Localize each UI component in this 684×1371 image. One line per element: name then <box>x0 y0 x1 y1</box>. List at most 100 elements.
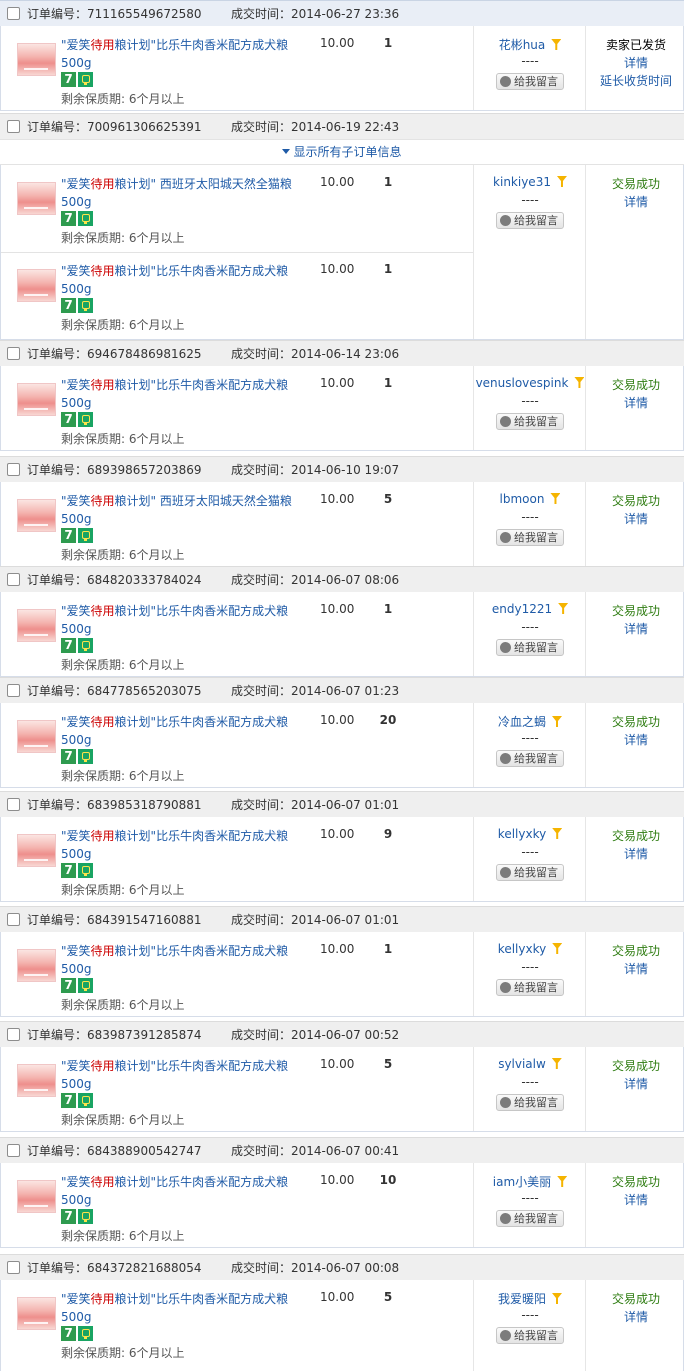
seller-flag-icon[interactable] <box>574 377 585 388</box>
seven-day-return-icon[interactable]: 7 <box>61 749 76 764</box>
product-thumbnail[interactable] <box>17 269 56 302</box>
guarantee-badge-icon[interactable] <box>78 211 93 226</box>
order-checkbox[interactable] <box>7 684 20 697</box>
product-title-link[interactable]: "爱笑待用粮计划" 西班牙太阳城天然全猫粮 500g <box>61 175 293 211</box>
product-thumbnail[interactable] <box>17 1180 56 1213</box>
leave-message-button[interactable]: 给我留言 <box>496 73 564 90</box>
seller-name[interactable]: 我爱暖阳 <box>474 1290 586 1307</box>
order-detail-link[interactable]: 详情 <box>586 1191 684 1208</box>
product-thumbnail[interactable] <box>17 834 56 867</box>
product-title-link[interactable]: "爱笑待用粮计划"比乐牛肉香米配方成犬粮 500g <box>61 942 293 978</box>
seller-flag-icon[interactable] <box>552 1293 562 1304</box>
seller-name[interactable]: kellyxky <box>474 827 586 841</box>
seller-flag-icon[interactable] <box>552 943 563 954</box>
order-detail-link[interactable]: 详情 <box>586 620 684 637</box>
product-title-link[interactable]: "爱笑待用粮计划"比乐牛肉香米配方成犬粮 500g <box>61 262 293 298</box>
leave-message-button[interactable]: 给我留言 <box>496 212 564 229</box>
order-checkbox[interactable] <box>7 463 20 476</box>
product-title-link[interactable]: "爱笑待用粮计划"比乐牛肉香米配方成犬粮 500g <box>61 1057 293 1093</box>
order-checkbox[interactable] <box>7 798 20 811</box>
guarantee-badge-icon[interactable] <box>78 863 93 878</box>
seven-day-return-icon[interactable]: 7 <box>61 1093 76 1108</box>
seller-flag-icon[interactable] <box>551 1058 562 1069</box>
guarantee-badge-icon[interactable] <box>78 298 93 313</box>
order-checkbox[interactable] <box>7 913 20 926</box>
seller-name[interactable]: kinkiye31 <box>474 175 586 189</box>
product-thumbnail[interactable] <box>17 720 56 753</box>
product-thumbnail[interactable] <box>17 499 56 532</box>
seven-day-return-icon[interactable]: 7 <box>61 72 76 87</box>
seven-day-return-icon[interactable]: 7 <box>61 1326 76 1341</box>
seven-day-return-icon[interactable]: 7 <box>61 1209 76 1224</box>
seller-flag-icon[interactable] <box>557 1176 568 1187</box>
order-checkbox[interactable] <box>7 7 20 20</box>
leave-message-button[interactable]: 给我留言 <box>496 413 564 430</box>
order-detail-link[interactable]: 详情 <box>586 1075 684 1092</box>
product-title-link[interactable]: "爱笑待用粮计划"比乐牛肉香米配方成犬粮 500g <box>61 602 293 638</box>
product-title-link[interactable]: "爱笑待用粮计划"比乐牛肉香米配方成犬粮 500g <box>61 376 293 412</box>
product-title-link[interactable]: "爱笑待用粮计划" 西班牙太阳城天然全猫粮 500g <box>61 492 293 528</box>
guarantee-badge-icon[interactable] <box>78 412 93 427</box>
seller-flag-icon[interactable] <box>558 603 569 614</box>
seller-name[interactable]: 冷血之蝎 <box>474 713 586 730</box>
leave-message-button[interactable]: 给我留言 <box>496 979 564 996</box>
seven-day-return-icon[interactable]: 7 <box>61 528 76 543</box>
seller-name[interactable]: 花彬hua <box>474 36 586 53</box>
seller-name[interactable]: sylvialw <box>474 1057 586 1071</box>
guarantee-badge-icon[interactable] <box>78 749 93 764</box>
product-title-link[interactable]: "爱笑待用粮计划"比乐牛肉香米配方成犬粮 500g <box>61 713 293 749</box>
order-detail-link[interactable]: 详情 <box>586 54 684 71</box>
seven-day-return-icon[interactable]: 7 <box>61 863 76 878</box>
expand-suborders-link[interactable]: 显示所有子订单信息 <box>0 139 684 165</box>
product-thumbnail[interactable] <box>17 949 56 982</box>
guarantee-badge-icon[interactable] <box>78 1209 93 1224</box>
leave-message-button[interactable]: 给我留言 <box>496 529 564 546</box>
order-checkbox[interactable] <box>7 1261 20 1274</box>
guarantee-badge-icon[interactable] <box>78 528 93 543</box>
guarantee-badge-icon[interactable] <box>78 72 93 87</box>
seven-day-return-icon[interactable]: 7 <box>61 412 76 427</box>
order-detail-link[interactable]: 详情 <box>586 193 684 210</box>
product-title-link[interactable]: "爱笑待用粮计划"比乐牛肉香米配方成犬粮 500g <box>61 827 293 863</box>
seller-name[interactable]: kellyxky <box>474 942 586 956</box>
seven-day-return-icon[interactable]: 7 <box>61 978 76 993</box>
seven-day-return-icon[interactable]: 7 <box>61 298 76 313</box>
order-checkbox[interactable] <box>7 120 20 133</box>
order-detail-link[interactable]: 详情 <box>586 510 684 527</box>
product-thumbnail[interactable] <box>17 609 56 642</box>
product-thumbnail[interactable] <box>17 1297 56 1330</box>
order-detail-link[interactable]: 详情 <box>586 960 684 977</box>
order-checkbox[interactable] <box>7 347 20 360</box>
guarantee-badge-icon[interactable] <box>78 1326 93 1341</box>
leave-message-button[interactable]: 给我留言 <box>496 639 564 656</box>
product-thumbnail[interactable] <box>17 1064 56 1097</box>
product-title-link[interactable]: "爱笑待用粮计划"比乐牛肉香米配方成犬粮 500g <box>61 1290 293 1326</box>
order-detail-link[interactable]: 详情 <box>586 845 684 862</box>
product-title-link[interactable]: "爱笑待用粮计划"比乐牛肉香米配方成犬粮 500g <box>61 1173 293 1209</box>
seller-flag-icon[interactable] <box>552 828 563 839</box>
guarantee-badge-icon[interactable] <box>78 978 93 993</box>
order-detail-link[interactable]: 详情 <box>586 394 684 411</box>
seven-day-return-icon[interactable]: 7 <box>61 211 76 226</box>
product-thumbnail[interactable] <box>17 182 56 215</box>
leave-message-button[interactable]: 给我留言 <box>496 1094 564 1111</box>
seller-name[interactable]: lbmoon <box>474 492 586 506</box>
seller-flag-icon[interactable] <box>551 39 562 50</box>
order-checkbox[interactable] <box>7 573 20 586</box>
seller-name[interactable]: endy1221 <box>474 602 586 616</box>
leave-message-button[interactable]: 给我留言 <box>496 864 564 881</box>
seller-flag-icon[interactable] <box>556 176 567 187</box>
extend-receipt-link[interactable]: 延长收货时间 <box>586 72 684 89</box>
guarantee-badge-icon[interactable] <box>78 638 93 653</box>
order-checkbox[interactable] <box>7 1144 20 1157</box>
leave-message-button[interactable]: 给我留言 <box>496 750 564 767</box>
guarantee-badge-icon[interactable] <box>78 1093 93 1108</box>
leave-message-button[interactable]: 给我留言 <box>496 1327 564 1344</box>
order-detail-link[interactable]: 详情 <box>586 731 684 748</box>
seller-name[interactable]: iam小美丽 <box>474 1173 586 1190</box>
seller-name[interactable]: venuslovespink <box>474 376 586 390</box>
seller-flag-icon[interactable] <box>552 716 562 727</box>
seven-day-return-icon[interactable]: 7 <box>61 638 76 653</box>
leave-message-button[interactable]: 给我留言 <box>496 1210 564 1227</box>
order-checkbox[interactable] <box>7 1028 20 1041</box>
